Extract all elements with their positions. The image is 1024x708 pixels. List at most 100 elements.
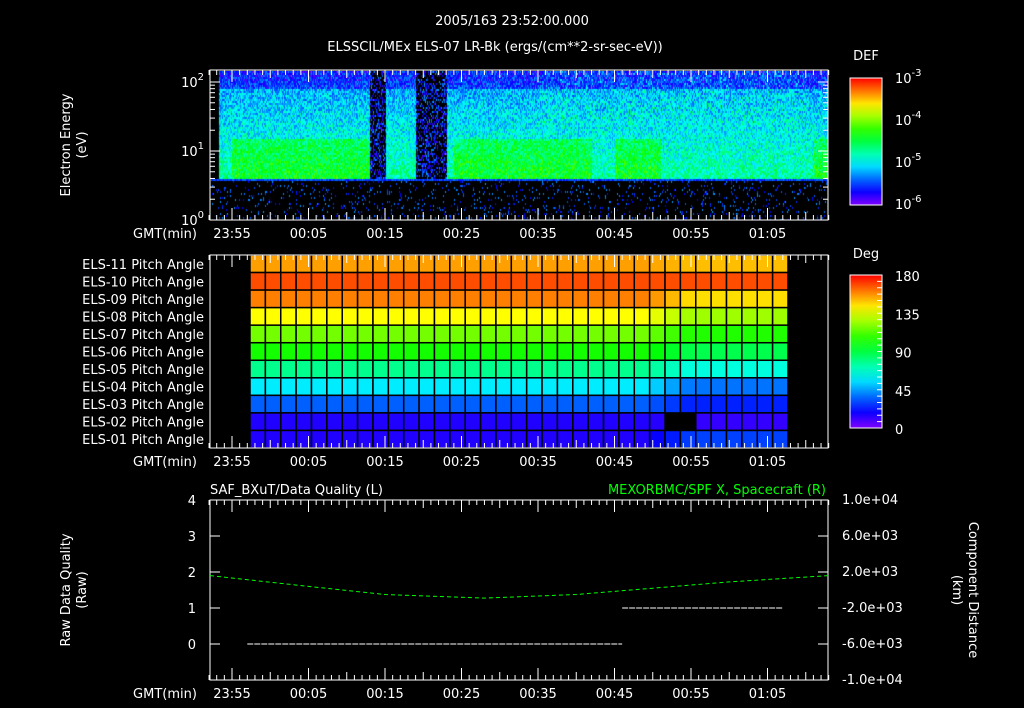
pitch-cell bbox=[418, 377, 436, 397]
pitch-cell bbox=[387, 429, 405, 449]
pitch-cell bbox=[418, 429, 436, 449]
timeseries-ytick-left: 2 bbox=[188, 566, 196, 581]
pitch-row-label: ELS-08 Pitch Angle bbox=[82, 310, 204, 325]
pitch-angle-xtick-label: 00:55 bbox=[672, 455, 709, 470]
pitch-row-label: ELS-04 Pitch Angle bbox=[82, 381, 204, 396]
pitch-cell bbox=[326, 341, 343, 362]
pitch-cell bbox=[695, 324, 712, 344]
pitch-cell bbox=[310, 429, 328, 449]
pitch-cell bbox=[587, 289, 605, 309]
pitch-cell bbox=[572, 289, 589, 309]
pitch-cell bbox=[387, 324, 405, 344]
pitch-row-label: ELS-07 Pitch Angle bbox=[82, 328, 204, 343]
pitch-cell bbox=[418, 394, 436, 414]
pitch-angle-xlabel: GMT(min) bbox=[133, 455, 197, 470]
pitch-cell bbox=[510, 254, 528, 274]
pitch-cell bbox=[525, 394, 543, 414]
pitch-cell bbox=[525, 429, 543, 449]
pitch-cell bbox=[648, 306, 666, 326]
pitch-cell bbox=[341, 412, 359, 432]
pitch-cell bbox=[418, 271, 436, 291]
pitch-cell bbox=[510, 377, 528, 397]
pitch-cell bbox=[449, 412, 466, 432]
pitch-cell bbox=[602, 412, 620, 432]
pitch-cell bbox=[556, 324, 574, 344]
pitch-cell bbox=[572, 341, 589, 362]
timeseries-ylabel-right: Component Distance bbox=[965, 522, 980, 658]
pitch-cell bbox=[249, 306, 267, 326]
pitch-cell bbox=[541, 324, 559, 344]
pitch-cell bbox=[679, 306, 697, 326]
pitch-cell bbox=[525, 306, 543, 326]
pitch-cell bbox=[695, 254, 712, 274]
pitch-cell bbox=[495, 341, 513, 362]
pitch-cell bbox=[295, 377, 313, 397]
pitch-cell bbox=[725, 271, 743, 291]
pitch-row-label: ELS-01 Pitch Angle bbox=[82, 433, 204, 448]
pitch-cell bbox=[648, 359, 666, 379]
pitch-cell bbox=[464, 341, 482, 362]
pitch-cell bbox=[433, 377, 451, 397]
timeseries-xlabel: GMT(min) bbox=[133, 687, 197, 702]
pitch-cell bbox=[510, 412, 528, 432]
pitch-cell bbox=[756, 412, 774, 432]
pitch-cell bbox=[249, 324, 267, 344]
pitch-cell bbox=[264, 306, 282, 326]
pitch-cell bbox=[510, 341, 528, 362]
pitch-cell bbox=[326, 359, 343, 379]
pitch-cell bbox=[572, 359, 589, 379]
pitch-cell bbox=[495, 289, 513, 309]
pitch-cell bbox=[587, 377, 605, 397]
pitch-angle-xtick-label: 01:05 bbox=[749, 455, 786, 470]
spectrogram-ytick-label: 101 bbox=[181, 141, 204, 160]
pitch-cell bbox=[664, 254, 682, 274]
pitch-cell bbox=[556, 271, 574, 291]
pitch-cell bbox=[264, 429, 282, 449]
pitch-cell bbox=[279, 341, 297, 362]
pitch-cell bbox=[710, 254, 728, 274]
pitch-cell bbox=[326, 289, 343, 309]
pitch-cell bbox=[279, 377, 297, 397]
pitch-cell bbox=[710, 289, 728, 309]
pitch-cell bbox=[495, 306, 513, 326]
pitch-cell bbox=[341, 429, 359, 449]
pitch-cell bbox=[479, 394, 497, 414]
pitch-cell bbox=[525, 377, 543, 397]
pitch-cell bbox=[602, 324, 620, 344]
pitch-cell bbox=[341, 394, 359, 414]
deg-colorbar-tick: 0 bbox=[895, 423, 903, 438]
pitch-cell bbox=[326, 412, 343, 432]
pitch-cell bbox=[264, 359, 282, 379]
pitch-cell bbox=[402, 412, 420, 432]
pitch-cell bbox=[310, 341, 328, 362]
def-colorbar-tick: 10-5 bbox=[895, 152, 922, 171]
pitch-cell bbox=[372, 289, 390, 309]
pitch-cell bbox=[372, 254, 390, 274]
pitch-cell bbox=[572, 324, 589, 344]
spectrogram-xtick-label: 00:25 bbox=[443, 227, 480, 242]
pitch-cell bbox=[372, 271, 390, 291]
pitch-cell bbox=[695, 412, 712, 432]
pitch-cell bbox=[710, 271, 728, 291]
timeseries-xtick-label: 00:05 bbox=[290, 687, 327, 702]
pitch-cell bbox=[587, 271, 605, 291]
pitch-cell bbox=[449, 271, 466, 291]
pitch-cell bbox=[402, 306, 420, 326]
pitch-cell bbox=[356, 324, 374, 344]
pitch-cell bbox=[648, 429, 666, 449]
pitch-cell bbox=[249, 341, 267, 362]
pitch-cell bbox=[264, 377, 282, 397]
pitch-cell bbox=[679, 429, 697, 449]
pitch-cell bbox=[464, 306, 482, 326]
pitch-cell bbox=[525, 271, 543, 291]
pitch-cell bbox=[433, 341, 451, 362]
deg-colorbar-tick: 45 bbox=[895, 385, 912, 400]
pitch-cell bbox=[618, 271, 636, 291]
pitch-cell bbox=[525, 254, 543, 274]
timeseries-xtick-label: 00:55 bbox=[672, 687, 709, 702]
pitch-cell bbox=[556, 429, 574, 449]
pitch-cell bbox=[572, 254, 589, 274]
pitch-cell bbox=[372, 377, 390, 397]
pitch-cell bbox=[372, 412, 390, 432]
pitch-cell bbox=[326, 394, 343, 414]
